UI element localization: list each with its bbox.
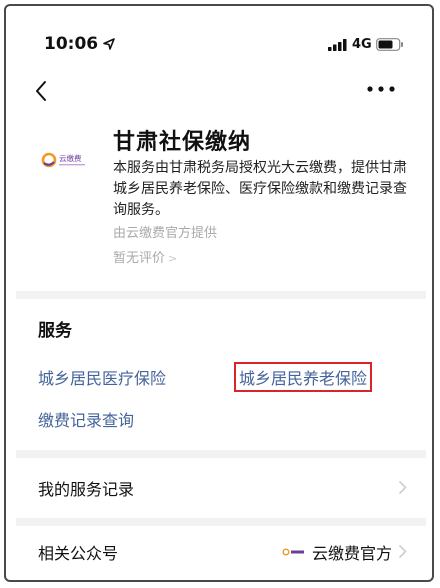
related-official-account-label: 相关公众号 (38, 544, 119, 563)
official-account-name: 云缴费官方 (312, 544, 393, 563)
chevron-right-icon (398, 480, 407, 495)
chevron-right-icon: > (168, 252, 178, 265)
status-bar: 10:06 4G (6, 6, 432, 66)
service-description: 本服务由甘肃税务局授权光大云缴费，提供甘肃城乡居民养老保险、医疗保险缴款和缴费记… (113, 160, 407, 218)
location-arrow-icon (103, 38, 115, 50)
service-link-pension-insurance[interactable]: 城乡居民养老保险 (234, 362, 373, 392)
status-time: 10:06 (44, 34, 99, 54)
service-header: 云缴费 甘肃社保缴纳 本服务由甘肃税务局授权光大云缴费，提供甘肃城乡居民养老保险… (6, 116, 432, 291)
rating-link[interactable]: 暂无评价 > (113, 247, 177, 266)
my-service-records-label: 我的服务记录 (38, 480, 135, 499)
service-provider: 由云缴费官方提供 (113, 226, 218, 241)
service-title: 甘肃社保缴纳 (113, 130, 252, 155)
section-divider (16, 450, 426, 458)
battery-icon (376, 38, 403, 51)
rating-text: 暂无评价 (113, 251, 166, 266)
phone-screen: 10:06 4G 云缴费 甘肃社保缴纳 本服务由甘肃税务局授权光大云缴费，提供甘… (4, 4, 434, 582)
my-service-records-row[interactable]: 我的服务记录 (6, 458, 432, 518)
nav-bar (6, 66, 432, 116)
services-section: 服务 城乡居民医疗保险 城乡居民养老保险 缴费记录查询 (6, 302, 432, 452)
network-type: 4G (352, 37, 372, 52)
services-title: 服务 (38, 321, 72, 341)
chevron-left-icon[interactable] (34, 80, 48, 102)
yunjiaofei-logo: 云缴费 (41, 152, 85, 168)
section-divider (16, 291, 426, 299)
logo-text: 云缴费 (59, 153, 82, 163)
service-link-payment-records[interactable]: 缴费记录查询 (38, 407, 134, 431)
cellular-signal-icon (328, 39, 347, 51)
more-dots-icon[interactable] (366, 84, 396, 94)
yunjiaofei-small-logo (282, 548, 304, 556)
chevron-right-icon (398, 544, 407, 559)
service-link-medical-insurance[interactable]: 城乡居民医疗保险 (38, 365, 166, 389)
related-official-account-row[interactable]: 相关公众号 云缴费官方 (6, 522, 432, 580)
